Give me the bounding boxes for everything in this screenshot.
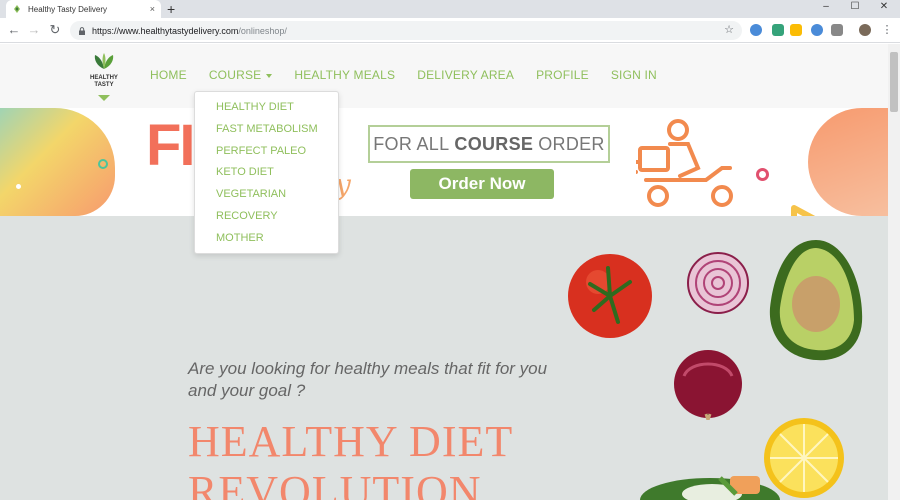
play-shape-decoration [791,205,816,216]
decorative-blob [808,108,888,216]
avocado-image [769,240,863,361]
lock-icon [79,26,85,35]
extension-icon[interactable] [811,24,823,36]
hero-question: Are you looking for healthy meals that f… [188,359,548,400]
menu-course-label: COURSE [208,68,262,82]
dropdown-item-mother[interactable]: MOTHER [195,231,338,253]
red-onion-image [674,350,742,420]
tab-strip: Healthy Tasty Delivery × + – ☐ ✕ [0,0,900,18]
menu-delivery-area[interactable]: DELIVERY AREA [417,68,514,82]
drive-icon[interactable] [790,24,802,36]
salad-bowl-image [640,476,780,500]
offer-prefix: FOR ALL [373,133,450,154]
course-dropdown: HEALTHY DIET FAST METABOLISM PERFECT PAL… [194,91,339,254]
tomato-image [568,254,652,338]
ring-decoration [756,168,769,181]
offer-bold: COURSE [454,133,534,154]
menu-kebab-icon[interactable]: ⋮ [879,23,895,36]
url-path: /onlineshop/ [238,25,287,36]
order-now-button[interactable]: Order Now [410,169,554,199]
browser-tab[interactable]: Healthy Tasty Delivery × [6,0,161,18]
ring-decoration [98,159,108,169]
url-host: https://www.healthytastydelivery.com [92,25,239,36]
profile-avatar-icon[interactable] [859,24,871,36]
tab-close-icon[interactable]: × [150,4,155,14]
site-header: HEALTHY TASTY HOME COURSE HEALTHY MEALS … [0,44,888,108]
leaf-logo-icon [94,53,114,69]
menu-healthy-meals[interactable]: HEALTHY MEALS [294,68,395,82]
leaf-favicon-icon [14,5,20,13]
forward-icon[interactable]: → [26,22,42,37]
red-onion-slice-image [687,252,749,314]
menu-home[interactable]: HOME [150,68,187,82]
hero-section: Are you looking for healthy meals that f… [0,216,888,500]
new-tab-button[interactable]: + [167,1,175,17]
promo-banner[interactable]: FI y FOR ALL COURSE ORDER Order Now [0,108,888,216]
dropdown-item-keto-diet[interactable]: KETO DIET [195,165,338,187]
dropdown-item-fast-metabolism[interactable]: FAST METABOLISM [195,122,338,144]
bookmark-star-icon[interactable]: ☆ [724,23,734,36]
dot-decoration [16,184,21,189]
delivery-rider-icon [636,119,733,207]
main-menu: HOME COURSE HEALTHY MEALS DELIVERY AREA … [150,68,679,82]
offer-box: FOR ALL COURSE ORDER [368,125,610,163]
banner-big-text: FI [146,113,196,178]
caret-down-icon [266,73,273,78]
dropdown-item-perfect-paleo[interactable]: PERFECT PALEO [195,144,338,166]
site-logo[interactable]: HEALTHY TASTY [85,52,123,101]
logo-leaf-shape [98,95,110,101]
hero-title: HEALTHY DIET REVOLUTION [188,417,513,500]
dropdown-item-vegetarian[interactable]: VEGETARIAN [195,187,338,209]
browser-toolbar: ← → ↻ https://www.healthytastydelivery.c… [0,18,900,43]
extension-icon[interactable] [750,24,762,36]
logo-line2: TASTY [94,82,114,88]
page-scrollbar[interactable] [888,44,900,500]
address-bar[interactable]: https://www.healthytastydelivery.com/onl… [70,21,742,40]
back-icon[interactable]: ← [6,22,22,37]
dropdown-item-healthy-diet[interactable]: HEALTHY DIET [195,100,338,122]
menu-course[interactable]: COURSE [209,68,273,82]
reload-icon[interactable]: ↻ [47,22,63,38]
maximize-icon[interactable]: ☐ [841,0,869,14]
extension-icon[interactable] [772,24,784,36]
web-page: HEALTHY TASTY HOME COURSE HEALTHY MEALS … [0,44,888,500]
tab-title: Healthy Tasty Delivery [28,4,107,14]
offer-suffix: ORDER [538,133,605,154]
menu-sign-in[interactable]: SIGN IN [611,68,657,82]
extension-icon[interactable] [831,24,843,36]
logo-line1: HEALTHY [90,75,118,81]
menu-profile[interactable]: PROFILE [536,68,589,82]
close-window-icon[interactable]: ✕ [870,0,898,14]
minimize-icon[interactable]: – [812,0,840,14]
dropdown-item-recovery[interactable]: RECOVERY [195,209,338,231]
scrollbar-thumb[interactable] [890,52,898,112]
